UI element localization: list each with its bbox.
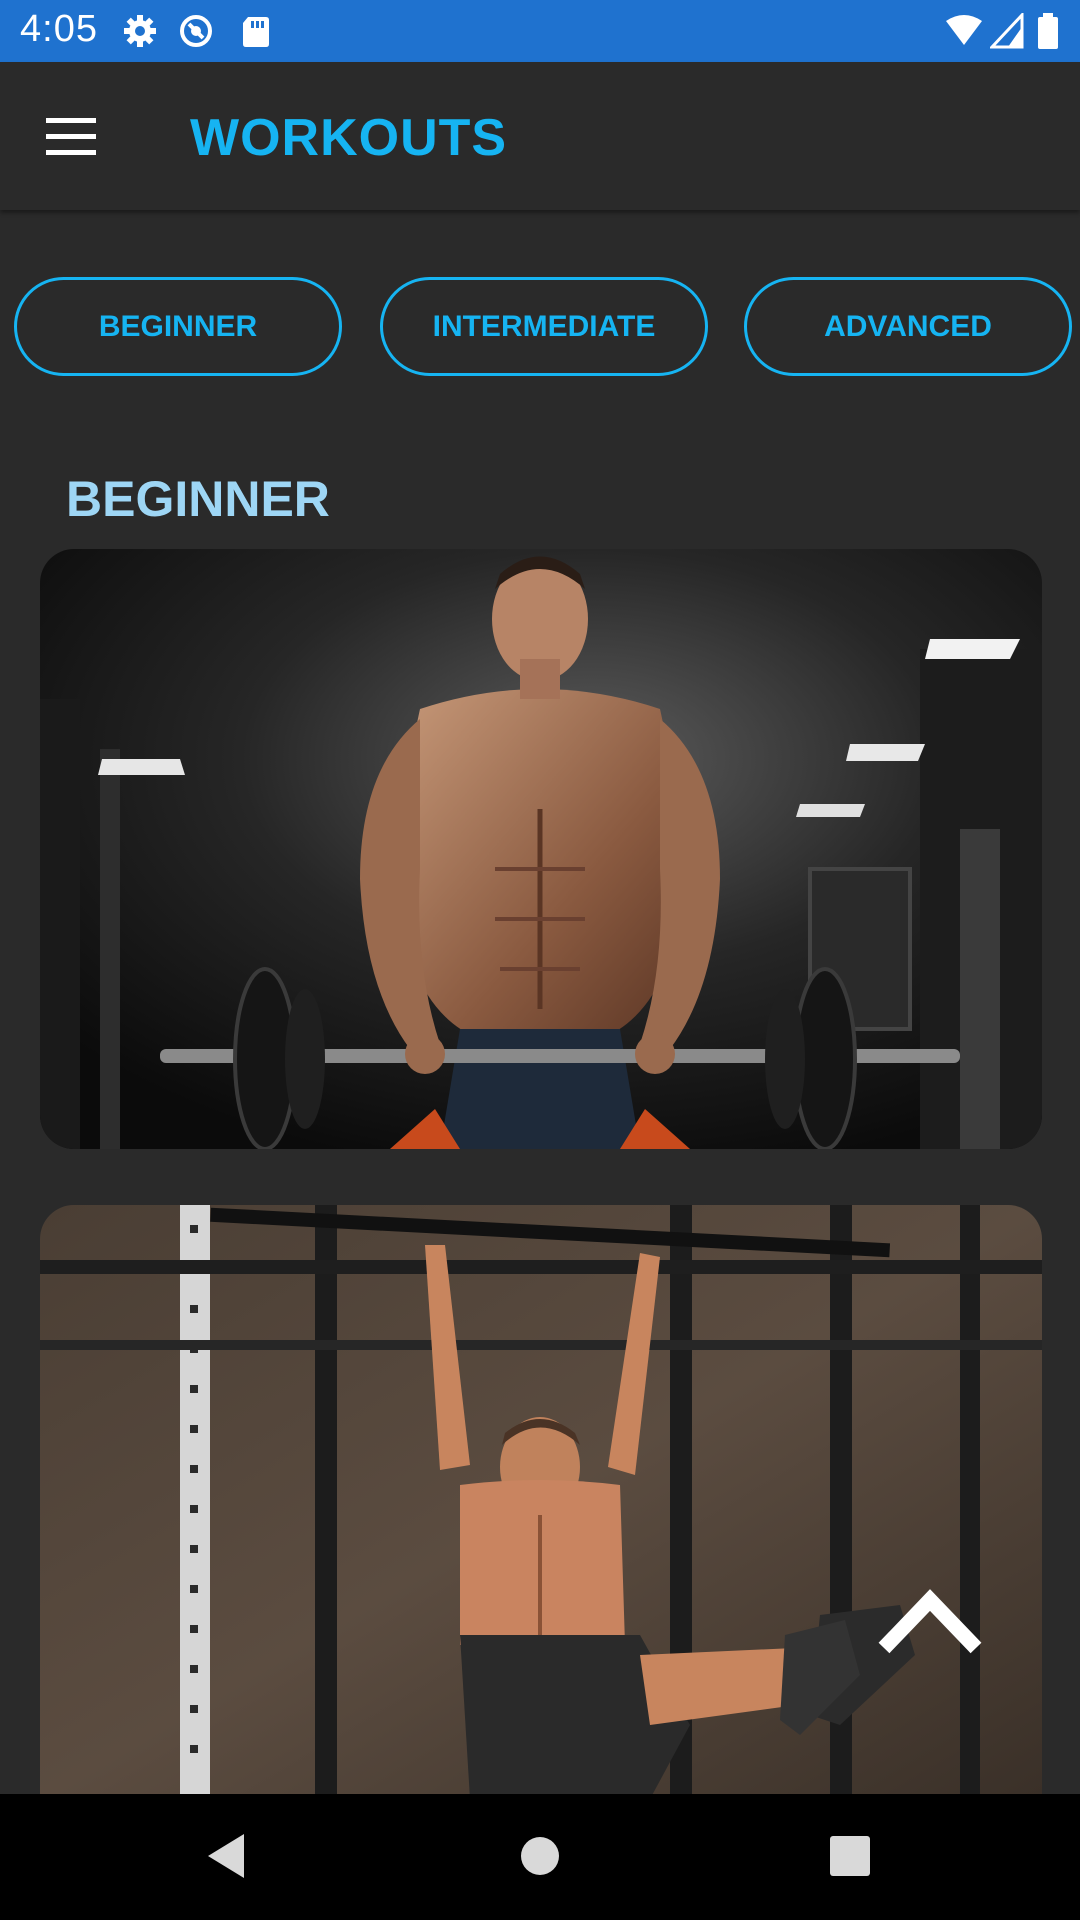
intermediate-button[interactable]: INTERMEDIATE bbox=[380, 277, 708, 376]
workout-card-leg-raise[interactable] bbox=[40, 1205, 1042, 1799]
recents-icon[interactable] bbox=[830, 1836, 870, 1876]
sd-card-icon bbox=[238, 13, 274, 49]
gear-icon bbox=[122, 13, 158, 49]
battery-icon bbox=[1036, 13, 1060, 49]
app-title: WORKOUTS bbox=[190, 109, 508, 167]
app-bar bbox=[0, 62, 1080, 210]
sync-icon bbox=[178, 13, 214, 49]
beginner-button[interactable]: BEGINNER bbox=[14, 277, 342, 376]
cell-signal-icon bbox=[988, 11, 1026, 49]
status-bar: 4:05 bbox=[0, 0, 1080, 62]
section-title: BEGINNER bbox=[66, 471, 330, 527]
wifi-icon bbox=[944, 13, 984, 49]
man-hanging-leg-raise-photo bbox=[40, 1205, 1042, 1799]
status-time: 4:05 bbox=[20, 8, 98, 50]
workout-card-barbell[interactable] bbox=[40, 549, 1042, 1149]
hamburger-menu-icon[interactable] bbox=[46, 116, 96, 156]
advanced-button[interactable]: ADVANCED bbox=[744, 277, 1072, 376]
man-barbell-curl-gym-photo bbox=[40, 549, 1042, 1149]
home-icon[interactable] bbox=[520, 1836, 560, 1876]
back-icon[interactable] bbox=[204, 1832, 248, 1880]
system-nav-bar bbox=[0, 1794, 1080, 1920]
chevron-up-icon[interactable] bbox=[876, 1582, 984, 1654]
